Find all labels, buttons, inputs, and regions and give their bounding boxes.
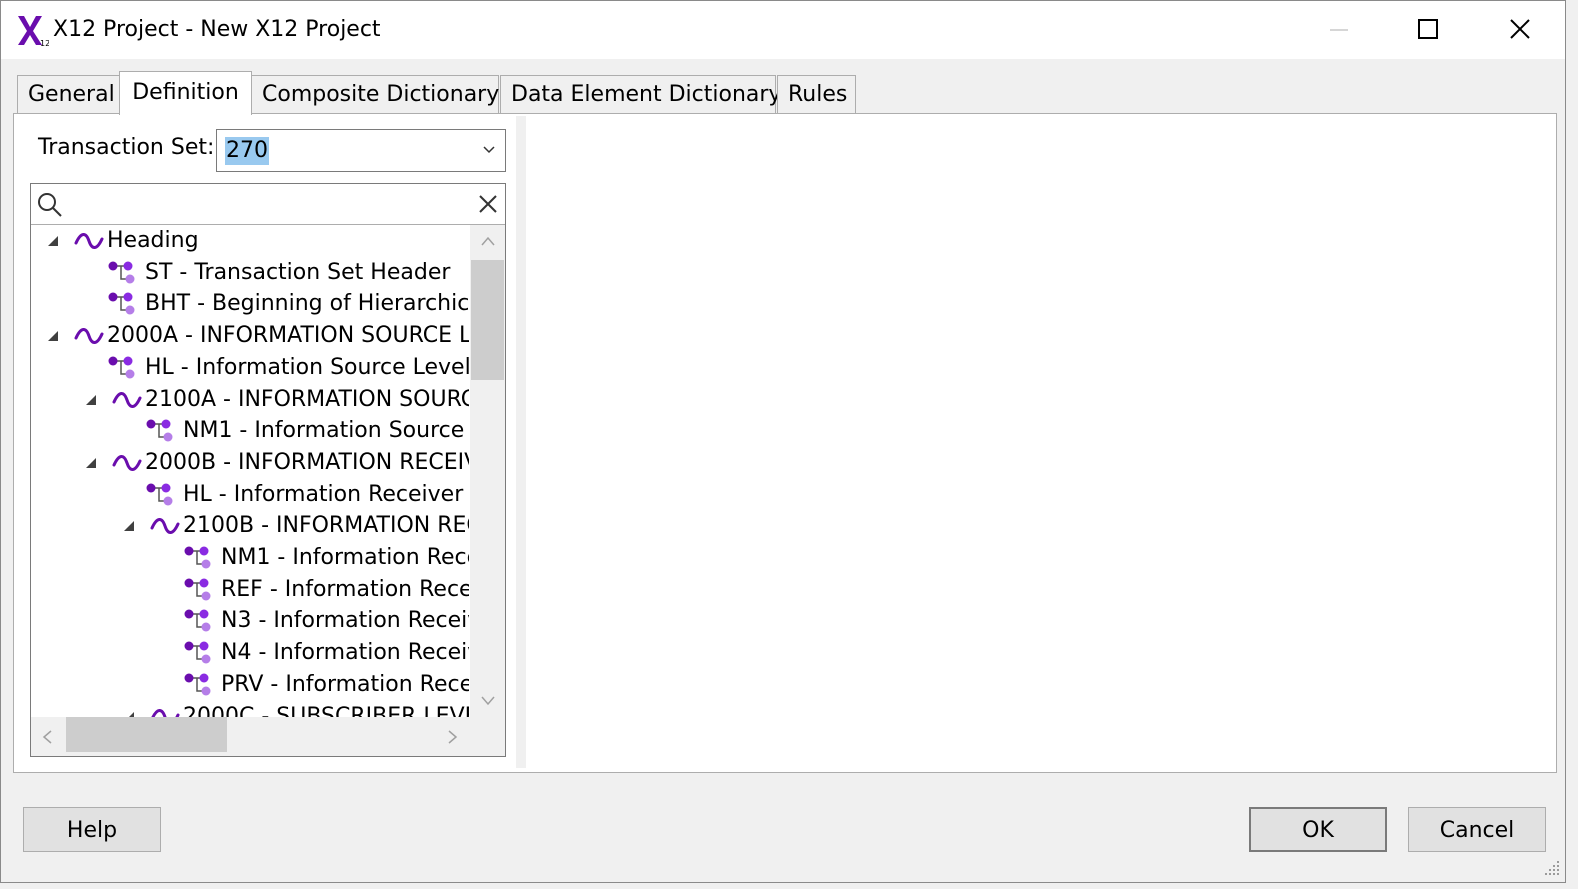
tree-segment-node[interactable]: NM1 - Information Receiver Name xyxy=(31,542,469,574)
tree-loop-node[interactable]: 2000C - SUBSCRIBER LEVEL xyxy=(31,701,469,718)
tree-node-label: 2100B - INFORMATION RECEIVER NAME xyxy=(183,513,469,539)
segment-icon xyxy=(184,641,211,664)
chevron-down-icon[interactable] xyxy=(481,142,497,158)
tree-segment-node[interactable]: N4 - Information Receiver City, State, Z… xyxy=(31,637,469,669)
transaction-set-combobox[interactable]: 270 xyxy=(216,129,506,172)
tree-segment-node[interactable]: REF - Information Receiver Additional Id… xyxy=(31,574,469,606)
definition-tree[interactable]: Heading ST - Transaction Set Header BHT - … xyxy=(31,225,469,717)
x12-project-dialog: 12 X12 Project - New X12 Project General… xyxy=(0,0,1566,883)
tree-segment-node[interactable]: BHT - Beginning of Hierarchical Transact… xyxy=(31,288,469,320)
title-bar: 12 X12 Project - New X12 Project xyxy=(1,1,1565,59)
loop-icon xyxy=(74,328,104,345)
minimize-icon[interactable] xyxy=(1315,9,1361,49)
tree-node-label: HL - Information Source Level xyxy=(145,354,469,380)
expanded-triangle-icon[interactable] xyxy=(85,394,97,406)
tree-node-label: 2000C - SUBSCRIBER LEVEL xyxy=(183,703,469,718)
panel-splitter[interactable] xyxy=(516,116,526,768)
horizontal-scroll-thumb[interactable] xyxy=(66,717,227,752)
tree-node-label: NM1 - Information Receiver Name xyxy=(221,545,469,570)
scroll-left-icon[interactable] xyxy=(41,729,53,745)
vertical-scrollbar[interactable] xyxy=(470,225,505,717)
ok-button[interactable]: OK xyxy=(1249,807,1387,852)
tab-rules[interactable]: Rules xyxy=(777,75,856,113)
search-bar xyxy=(31,184,505,225)
close-icon[interactable] xyxy=(1497,9,1543,49)
segment-icon xyxy=(184,578,211,601)
tree-node-label: Heading xyxy=(107,228,199,253)
tree-segment-node[interactable]: ST - Transaction Set Header xyxy=(31,257,469,289)
transaction-set-label: Transaction Set: xyxy=(38,135,215,160)
scroll-down-icon[interactable] xyxy=(480,695,496,707)
tree-loop-node[interactable]: 2000B - INFORMATION RECEIVER LEVEL xyxy=(31,447,469,479)
resize-grip-icon[interactable] xyxy=(1541,857,1561,877)
tab-composite-dictionary[interactable]: Composite Dictionary xyxy=(251,75,499,113)
cancel-button[interactable]: Cancel xyxy=(1408,807,1546,852)
segment-icon xyxy=(184,546,211,569)
tree-node-label: BHT - Beginning of Hierarchical Transact… xyxy=(145,291,469,317)
tree-node-label: N3 - Information Receiver Address xyxy=(221,608,469,634)
definition-tab-page: Transaction Set: 270 Heading ST - Transac… xyxy=(13,113,1557,773)
tree-node-label: PRV - Information Receiver Provider Info… xyxy=(221,671,469,697)
help-button[interactable]: Help xyxy=(23,807,161,852)
tree-loop-node[interactable]: 2000A - INFORMATION SOURCE LEVEL xyxy=(31,320,469,352)
tree-segment-node[interactable]: PRV - Information Receiver Provider Info… xyxy=(31,669,469,701)
scrollbar-corner xyxy=(470,717,505,756)
tree-node-label: REF - Information Receiver Additional Id… xyxy=(221,576,469,602)
segment-icon xyxy=(108,292,135,315)
scroll-up-icon[interactable] xyxy=(480,235,496,247)
tab-strip: General Definition Composite Dictionary … xyxy=(17,71,917,115)
tree-segment-node[interactable]: HL - Information Source Level xyxy=(31,352,469,384)
segment-icon xyxy=(108,356,135,379)
tree-node-label: NM1 - Information Source Name xyxy=(183,418,469,444)
tree-segment-node[interactable]: N3 - Information Receiver Address xyxy=(31,605,469,637)
vertical-scroll-thumb[interactable] xyxy=(471,260,504,380)
transaction-set-value[interactable]: 270 xyxy=(225,137,269,165)
tree-loop-node[interactable]: 2100A - INFORMATION SOURCE NAME xyxy=(31,384,469,416)
scroll-right-icon[interactable] xyxy=(447,729,459,745)
window-title: X12 Project - New X12 Project xyxy=(53,17,381,42)
segment-icon xyxy=(184,673,211,696)
expanded-triangle-icon[interactable] xyxy=(47,330,59,342)
search-icon xyxy=(38,193,62,217)
tree-node-label: 2100A - INFORMATION SOURCE NAME xyxy=(145,386,469,412)
segment-icon xyxy=(146,483,173,506)
tab-data-element-dictionary[interactable]: Data Element Dictionary xyxy=(500,75,781,113)
tree-node-label: N4 - Information Receiver City, State, Z… xyxy=(221,640,469,666)
expanded-triangle-icon[interactable] xyxy=(123,520,135,532)
loop-icon xyxy=(151,708,180,717)
tree-node-label: HL - Information Receiver Level xyxy=(183,481,469,507)
loop-icon xyxy=(112,391,142,408)
tree-loop-node[interactable]: 2100B - INFORMATION RECEIVER NAME xyxy=(31,510,469,542)
loop-icon xyxy=(150,518,180,535)
tree-segment-node[interactable]: NM1 - Information Source Name xyxy=(31,415,469,447)
expanded-triangle-icon[interactable] xyxy=(47,235,59,247)
tree-node-label: 2000A - INFORMATION SOURCE LEVEL xyxy=(107,323,469,349)
segment-icon xyxy=(146,419,173,442)
clear-search-icon[interactable] xyxy=(477,193,499,215)
segment-icon xyxy=(108,261,135,284)
tree-node-label: 2000B - INFORMATION RECEIVER LEVEL xyxy=(145,449,469,475)
definition-tree-panel: Heading ST - Transaction Set Header BHT - … xyxy=(30,183,506,757)
loop-icon xyxy=(112,454,142,471)
search-input[interactable] xyxy=(69,188,469,220)
maximize-icon[interactable] xyxy=(1405,9,1451,49)
tree-loop-node[interactable]: Heading xyxy=(31,225,469,257)
loop-icon xyxy=(74,233,104,249)
segment-icon xyxy=(184,609,211,632)
expanded-triangle-icon[interactable] xyxy=(85,457,97,469)
tree-segment-node[interactable]: HL - Information Receiver Level xyxy=(31,479,469,511)
x12-logo-icon: 12 xyxy=(18,16,49,47)
tree-node-label: ST - Transaction Set Header xyxy=(145,259,451,285)
svg-text:12: 12 xyxy=(40,39,49,47)
tab-definition[interactable]: Definition xyxy=(119,71,252,115)
horizontal-scrollbar[interactable] xyxy=(31,717,470,756)
tab-general[interactable]: General xyxy=(17,75,120,113)
